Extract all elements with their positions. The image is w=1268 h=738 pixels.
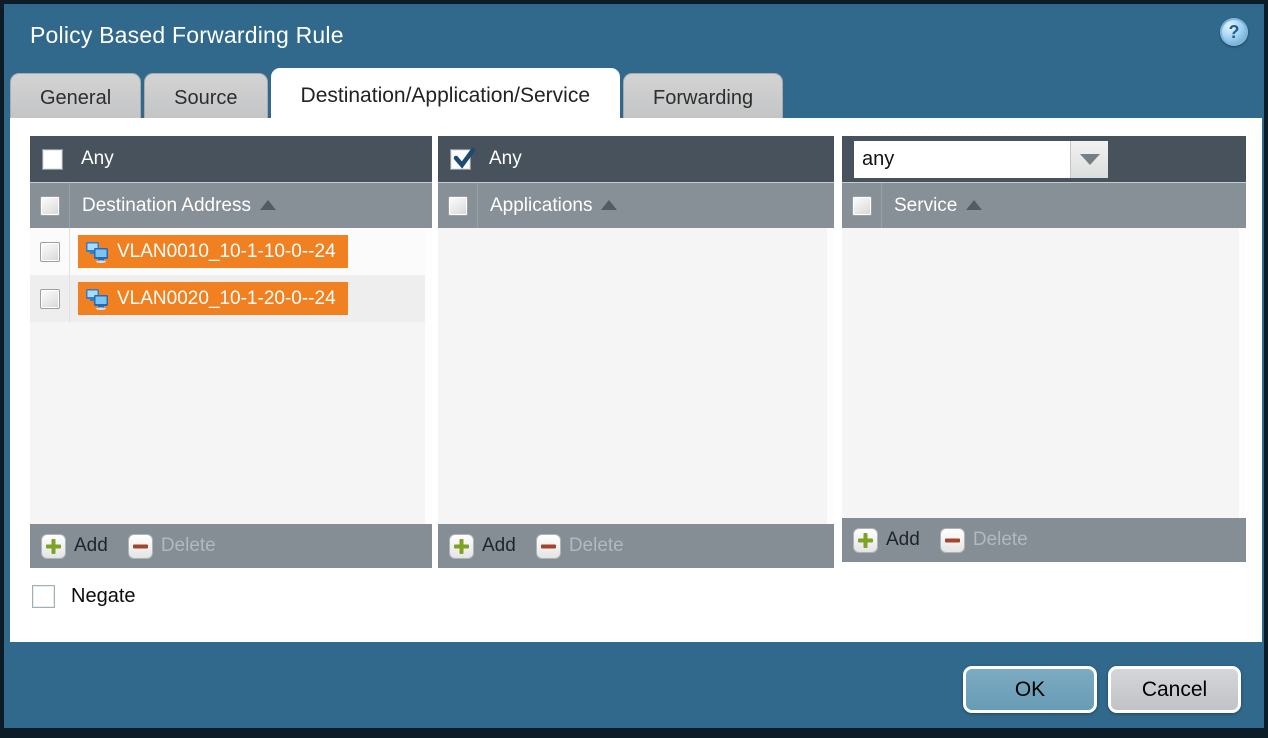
table-row: VLAN0020_10-1-20-0--24 <box>30 275 432 322</box>
destination-column-header[interactable]: Destination Address <box>30 182 432 228</box>
row-checkbox[interactable] <box>40 289 60 309</box>
dialog-title: Policy Based Forwarding Rule <box>30 22 344 49</box>
sort-ascending-icon <box>260 200 276 210</box>
sort-ascending-icon <box>601 200 617 210</box>
destination-any-bar: Any <box>30 136 432 182</box>
destination-address-item[interactable]: VLAN0010_10-1-10-0--24 <box>78 235 348 268</box>
chevron-down-icon[interactable] <box>1070 141 1108 178</box>
destination-actions: Add Delete <box>30 524 432 568</box>
destination-panel: Any Destination Address <box>30 136 432 568</box>
service-type-dropdown[interactable] <box>854 141 1108 178</box>
policy-based-forwarding-dialog: Policy Based Forwarding Rule ? General S… <box>4 4 1264 728</box>
network-address-icon <box>85 241 110 263</box>
service-select-all-checkbox[interactable] <box>852 196 872 216</box>
ok-button[interactable]: OK <box>963 666 1097 713</box>
add-button[interactable]: Add <box>449 534 516 559</box>
table-row: VLAN0010_10-1-10-0--24 <box>30 228 432 275</box>
negate-option: Negate <box>32 585 136 608</box>
destination-any-checkbox[interactable] <box>42 149 63 170</box>
service-column-title: Service <box>894 195 957 217</box>
negate-checkbox[interactable] <box>32 585 55 608</box>
cancel-button[interactable]: Cancel <box>1108 666 1241 713</box>
plus-icon <box>41 534 66 559</box>
destination-list: VLAN0010_10-1-10-0--24 <box>30 228 432 524</box>
delete-button: Delete <box>128 534 216 559</box>
applications-column-header[interactable]: Applications <box>438 182 834 228</box>
service-list <box>842 228 1246 518</box>
destination-column-title: Destination Address <box>82 195 251 217</box>
delete-button: Delete <box>536 534 624 559</box>
service-dropdown-bar <box>842 136 1246 182</box>
tab-forwarding[interactable]: Forwarding <box>623 73 783 123</box>
network-address-icon <box>85 288 110 310</box>
minus-icon <box>940 528 965 553</box>
minus-icon <box>536 534 561 559</box>
applications-list <box>438 228 834 524</box>
tab-general[interactable]: General <box>10 73 141 123</box>
applications-any-bar: Any <box>438 136 834 182</box>
tab-bar: General Source Destination/Application/S… <box>10 68 786 123</box>
service-column-header[interactable]: Service <box>842 182 1246 228</box>
tab-content: Any Destination Address <box>10 118 1262 642</box>
add-button[interactable]: Add <box>853 528 920 553</box>
plus-icon <box>449 534 474 559</box>
service-panel: Service Add Delete <box>842 136 1246 562</box>
service-actions: Add Delete <box>842 518 1246 562</box>
minus-icon <box>128 534 153 559</box>
service-type-value[interactable] <box>854 141 1070 178</box>
applications-actions: Add Delete <box>438 524 834 568</box>
destination-select-all-checkbox[interactable] <box>40 196 60 216</box>
row-checkbox[interactable] <box>40 242 60 262</box>
delete-button: Delete <box>940 528 1028 553</box>
negate-label: Negate <box>71 585 136 608</box>
applications-any-label: Any <box>489 148 522 170</box>
applications-select-all-checkbox[interactable] <box>448 196 468 216</box>
destination-address-item[interactable]: VLAN0020_10-1-20-0--24 <box>78 282 348 315</box>
destination-address-label: VLAN0010_10-1-10-0--24 <box>117 241 336 263</box>
tab-source[interactable]: Source <box>144 73 267 123</box>
destination-any-label: Any <box>81 148 114 170</box>
tab-destination-application-service[interactable]: Destination/Application/Service <box>271 68 621 123</box>
applications-column-title: Applications <box>490 195 592 217</box>
destination-address-label: VLAN0020_10-1-20-0--24 <box>117 288 336 310</box>
plus-icon <box>853 528 878 553</box>
applications-panel: Any Applications Add <box>438 136 834 568</box>
add-button[interactable]: Add <box>41 534 108 559</box>
help-icon[interactable]: ? <box>1220 18 1248 46</box>
sort-ascending-icon <box>966 200 982 210</box>
applications-any-checkbox[interactable] <box>450 149 471 170</box>
